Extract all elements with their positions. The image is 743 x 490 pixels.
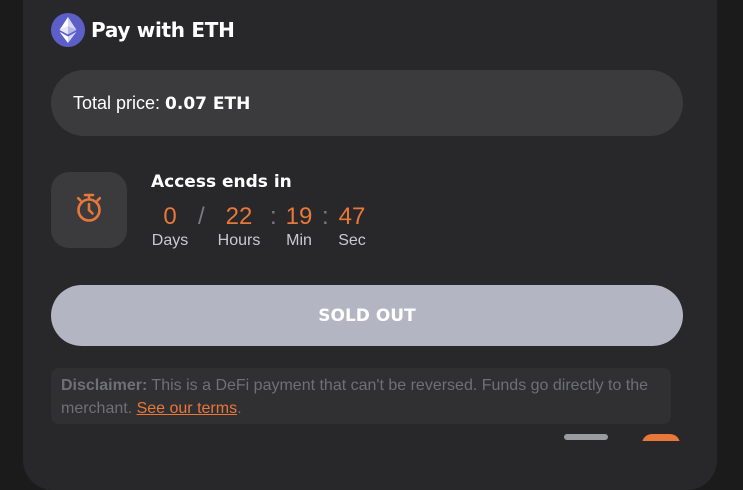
countdown-hours-value: 22	[225, 203, 253, 230]
cutoff-row	[560, 430, 680, 441]
toggle-switch[interactable]	[642, 434, 680, 441]
disclaimer-box: Disclaimer: This is a DeFi payment that …	[51, 368, 671, 424]
countdown-minutes: 19 Min	[282, 203, 316, 251]
disclaimer-label: Disclaimer:	[61, 377, 148, 394]
cutoff-text	[564, 434, 608, 440]
countdown-separator: /	[198, 203, 205, 230]
countdown-days-label: Days	[151, 232, 189, 249]
countdown-seconds-label: Sec	[338, 232, 366, 249]
countdown-minutes-value: 19	[285, 203, 313, 230]
countdown-minutes-label: Min	[286, 232, 312, 249]
terms-link[interactable]: See our terms	[137, 400, 237, 417]
stopwatch-icon	[75, 193, 103, 228]
countdown-seconds: 47 Sec	[335, 203, 369, 251]
page-title: Pay with ETH	[91, 18, 235, 42]
ethereum-icon	[51, 13, 85, 47]
access-ends-title: Access ends in	[151, 172, 292, 192]
timer-icon-box	[51, 172, 127, 248]
payment-header: Pay with ETH	[51, 13, 235, 47]
disclaimer-end: .	[237, 400, 242, 417]
total-price-box: Total price: 0.07 ETH	[51, 70, 683, 136]
countdown-separator: :	[322, 203, 329, 230]
countdown-days-value: 0	[163, 203, 177, 230]
total-price-value: 0.07 ETH	[165, 93, 251, 114]
countdown-hours-label: Hours	[217, 232, 261, 249]
countdown-hours: 22 Hours	[213, 203, 265, 251]
total-price-label: Total price:	[73, 92, 166, 113]
countdown-days: 0 Days	[151, 203, 189, 251]
countdown-separator: :	[270, 203, 277, 230]
sold-out-button[interactable]: SOLD OUT	[51, 285, 683, 346]
countdown-seconds-value: 47	[338, 203, 366, 230]
total-price: Total price: 0.07 ETH	[73, 93, 250, 114]
